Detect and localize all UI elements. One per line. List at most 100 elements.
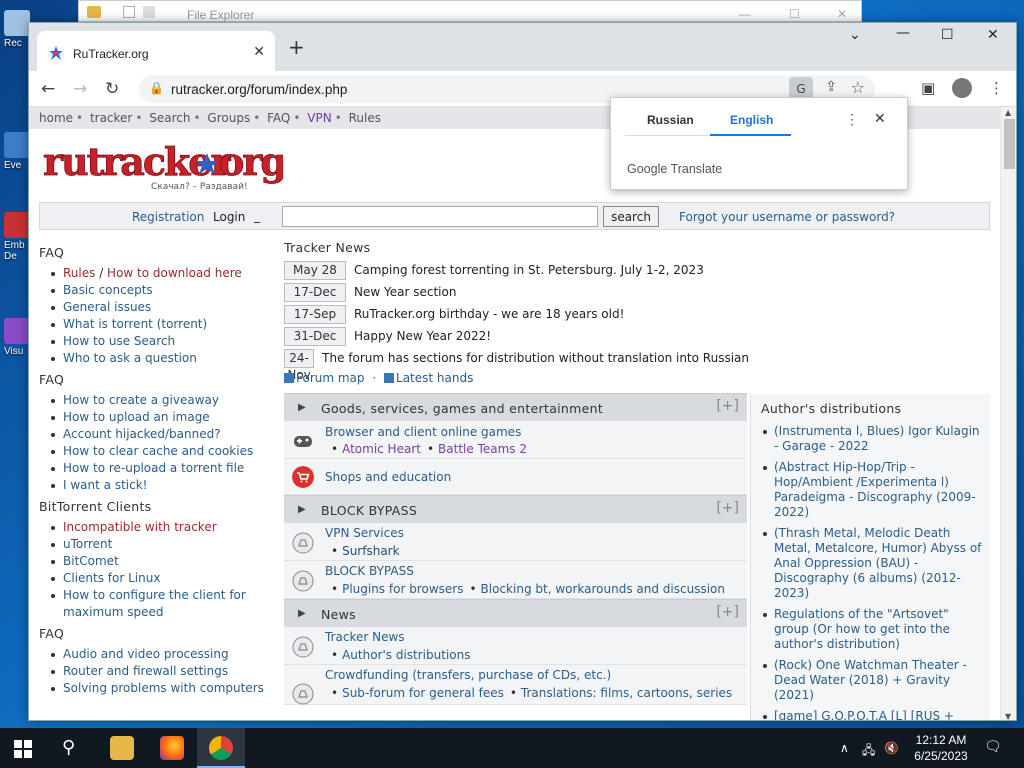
list-item[interactable]: What is torrent (torrent) <box>49 316 279 333</box>
category-block-bypass[interactable]: ▶ BLOCK BYPASS [+] <box>284 495 747 523</box>
file-explorer-window[interactable]: File Explorer — ☐ ✕ <box>78 0 862 22</box>
menu-icon[interactable]: ⋮ <box>989 79 1004 97</box>
subforum-link[interactable]: Sub-forum for general fees <box>342 686 504 700</box>
firefox-icon[interactable] <box>160 736 184 760</box>
expand-plus-button[interactable]: [+] <box>716 398 739 414</box>
subforum-link[interactable]: Battle Teams 2 <box>438 442 527 456</box>
list-item[interactable]: How to clear cache and cookies <box>49 443 279 460</box>
expand-plus-button[interactable]: [+] <box>716 604 739 620</box>
nav-home[interactable]: home <box>39 111 73 125</box>
close-icon[interactable]: ✕ <box>874 110 886 127</box>
subforum-link[interactable]: Plugins for browsers <box>342 582 463 596</box>
forum-link[interactable]: Browser and client online games <box>325 425 521 439</box>
news-link[interactable]: The forum has sections for distribution … <box>322 351 749 365</box>
tab-english[interactable]: English <box>730 113 773 127</box>
tab-close-icon[interactable]: ✕ <box>253 44 265 60</box>
list-item[interactable]: How to create a giveaway <box>49 392 279 409</box>
list-item[interactable]: (Instrumenta l, Blues) Igor Kulagin - Ga… <box>763 424 985 454</box>
maximize-icon[interactable]: ☐ <box>789 7 800 21</box>
forum-link[interactable]: Crowdfunding (transfers, purchase of CDs… <box>325 668 611 682</box>
subforum-link[interactable]: Atomic Heart <box>342 442 421 456</box>
list-item[interactable]: Audio and video processing <box>49 646 279 663</box>
list-item[interactable]: Solving problems with computers <box>49 680 279 697</box>
forum-map-link[interactable]: Forum map <box>296 371 365 385</box>
list-item[interactable]: (Thrash Metal, Melodic Death Metal, Meta… <box>763 526 985 601</box>
site-logo[interactable]: rutracker org Скачал? – Раздавай! <box>43 139 283 191</box>
tab-search-icon[interactable]: ⌄ <box>849 27 861 43</box>
nav-rules[interactable]: Rules <box>349 111 381 125</box>
nav-groups[interactable]: Groups <box>207 111 250 125</box>
forum-link[interactable]: Tracker News <box>325 630 405 644</box>
list-item[interactable]: How to configure the client for maximum … <box>49 587 279 621</box>
forum-link[interactable]: VPN Services <box>325 526 404 540</box>
subforum-link[interactable]: Blocking bt, workarounds and discussion <box>481 582 725 596</box>
back-icon[interactable]: ← <box>41 79 55 99</box>
profile-avatar[interactable] <box>952 78 972 98</box>
subforum-link[interactable]: Translations: films, cartoons, series <box>521 686 732 700</box>
nav-vpn[interactable]: VPN <box>307 111 331 125</box>
minimize-icon[interactable]: — <box>896 25 910 41</box>
category-news[interactable]: ▶ News [+] <box>284 599 747 627</box>
nav-tracker[interactable]: tracker <box>90 111 132 125</box>
subforum-link[interactable]: Author's distributions <box>342 648 470 662</box>
page-scrollbar[interactable]: ▲ ▼ <box>1000 107 1016 720</box>
nav-faq[interactable]: FAQ <box>267 111 290 125</box>
list-item[interactable]: I want a stick! <box>49 477 279 494</box>
list-item[interactable]: Incompatible with tracker <box>49 519 279 536</box>
list-item[interactable]: How to use Search <box>49 333 279 350</box>
list-item[interactable]: Account hijacked/banned? <box>49 426 279 443</box>
login-label[interactable]: Login <box>213 210 245 224</box>
search-icon[interactable]: ⚲ <box>62 737 75 758</box>
tab-rutracker[interactable]: RuTracker.org ✕ <box>37 31 275 71</box>
list-item[interactable]: uTorrent <box>49 536 279 553</box>
forum-link[interactable]: BLOCK BYPASS <box>325 564 414 578</box>
list-item[interactable]: Rules / How to download here <box>49 265 279 282</box>
news-link[interactable]: RuTracker.org birthday - we are 18 years… <box>354 307 624 321</box>
scroll-down-icon[interactable]: ▼ <box>1005 712 1011 720</box>
reload-icon[interactable]: ↻ <box>105 79 119 99</box>
search-input[interactable] <box>282 206 598 227</box>
list-item[interactable]: Basic concepts <box>49 282 279 299</box>
tab-russian[interactable]: Russian <box>647 113 694 127</box>
forum-link[interactable]: Shops and education <box>325 470 451 484</box>
network-icon[interactable]: 🖧 <box>862 741 875 762</box>
close-icon[interactable]: ✕ <box>987 27 999 43</box>
list-item[interactable]: Clients for Linux <box>49 570 279 587</box>
forgot-password-link[interactable]: Forgot your username or password? <box>679 210 895 224</box>
list-item[interactable]: Router and firewall settings <box>49 663 279 680</box>
start-button[interactable] <box>14 740 32 758</box>
close-icon[interactable]: ✕ <box>837 7 847 21</box>
system-clock[interactable]: 12:12 AM 6/25/2023 <box>906 732 976 764</box>
file-explorer-icon[interactable] <box>110 736 134 760</box>
notification-icon[interactable]: 🗨 <box>984 738 1002 755</box>
more-options-icon[interactable]: ⋮ <box>845 111 859 128</box>
subforum-link[interactable]: Surfshark <box>342 544 399 558</box>
minimize-icon[interactable]: — <box>739 7 751 21</box>
share-icon[interactable]: ⇪ <box>825 79 837 95</box>
scroll-up-icon[interactable]: ▲ <box>1005 108 1011 117</box>
list-item[interactable]: [game] G.O.P.O.T.A [L] [RUS + <box>763 709 985 720</box>
list-item[interactable]: General issues <box>49 299 279 316</box>
nav-search[interactable]: Search <box>149 111 190 125</box>
list-item[interactable]: BitComet <box>49 553 279 570</box>
chrome-icon[interactable] <box>209 736 233 760</box>
news-link[interactable]: Camping forest torrenting in St. Petersb… <box>354 263 704 277</box>
volume-icon[interactable]: 🔇 <box>884 741 899 755</box>
list-item[interactable]: (Abstract Hip-Hop/Trip - Hop/Ambient /Ex… <box>763 460 985 520</box>
new-tab-button[interactable]: + <box>288 35 305 59</box>
category-goods[interactable]: ▶ Goods, services, games and entertainme… <box>284 393 747 421</box>
registration-link[interactable]: Registration <box>132 210 204 224</box>
list-item[interactable]: How to upload an image <box>49 409 279 426</box>
latest-hands-link[interactable]: Latest hands <box>396 371 473 385</box>
list-item[interactable]: (Rock) One Watchman Theater - Dead Water… <box>763 658 985 703</box>
search-button[interactable]: search <box>603 206 659 227</box>
maximize-icon[interactable]: ☐ <box>941 27 954 43</box>
tray-chevron-icon[interactable]: ∧ <box>840 741 849 755</box>
news-link[interactable]: New Year section <box>354 285 456 299</box>
list-item[interactable]: Regulations of the "Artsovet" group (Or … <box>763 607 985 652</box>
news-link[interactable]: Happy New Year 2022! <box>354 329 491 343</box>
list-item[interactable]: Who to ask a question <box>49 350 279 367</box>
list-item[interactable]: How to re-upload a torrent file <box>49 460 279 477</box>
expand-plus-button[interactable]: [+] <box>716 500 739 516</box>
bookmark-star-icon[interactable]: ☆ <box>851 78 865 97</box>
